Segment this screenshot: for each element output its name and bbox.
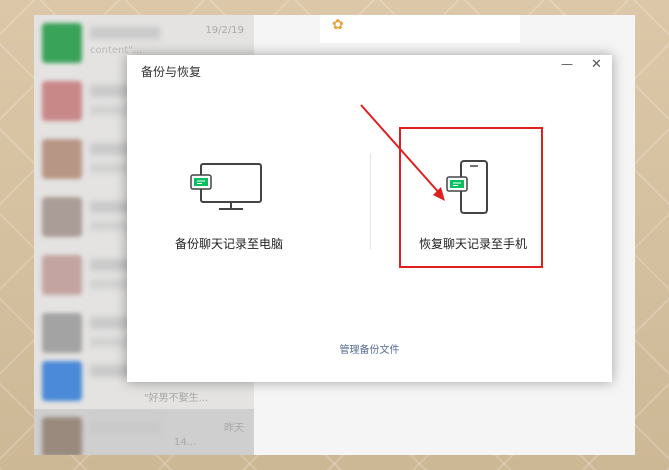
chat-snippet: "好男不娶生... <box>144 393 209 404</box>
avatar <box>42 197 82 237</box>
avatar <box>42 255 82 295</box>
manage-backup-files-link[interactable]: 管理备份文件 <box>127 341 612 356</box>
annotation-arrow <box>360 104 445 201</box>
avatar <box>42 313 82 353</box>
avatar <box>42 417 82 455</box>
avatar <box>42 139 82 179</box>
avatar <box>42 81 82 121</box>
chat-time: 19/2/19 <box>205 25 244 36</box>
chat-time: 昨天 <box>224 423 244 434</box>
message-bubble <box>320 15 520 43</box>
avatar <box>42 23 82 63</box>
chat-snippet: 14... <box>174 437 197 448</box>
blurred-name <box>90 421 160 433</box>
avatar <box>42 361 82 401</box>
chat-list-item-selected[interactable]: 昨天 14... <box>34 409 254 455</box>
blurred-name <box>90 27 160 39</box>
emoji-icon: ✿ <box>332 17 344 33</box>
backup-restore-dialog: 备份与恢复 — ✕ 备份聊天记录至电脑 恢复聊天记录至手机 管理备份文件 <box>127 55 612 382</box>
